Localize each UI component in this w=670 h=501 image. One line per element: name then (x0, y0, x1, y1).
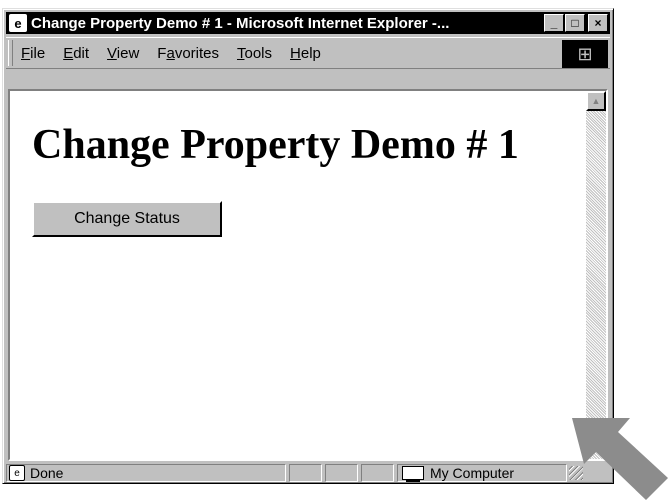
status-bar: e Done My Computer (6, 463, 612, 483)
toolbar-grip[interactable] (8, 40, 13, 66)
page-heading: Change Property Demo # 1 (32, 122, 519, 168)
status-text: Done (30, 465, 64, 481)
vertical-scrollbar[interactable]: ▲ (586, 91, 606, 459)
maximize-button[interactable]: □ (565, 14, 585, 32)
menu-item-edit[interactable]: Edit (63, 45, 89, 62)
window-title: Change Property Demo # 1 - Microsoft Int… (31, 14, 450, 32)
close-button[interactable]: × (588, 14, 608, 32)
menu-bar: File Edit View Favorites Tools Help ⊞ (6, 37, 610, 69)
browser-window: e Change Property Demo # 1 - Microsoft I… (2, 8, 614, 484)
menu-item-file[interactable]: File (21, 45, 45, 62)
security-zone-panel: My Computer (397, 464, 567, 482)
minimize-button[interactable]: _ (544, 14, 564, 32)
page-content: Change Property Demo # 1 Change Status (10, 91, 588, 459)
zone-label: My Computer (430, 465, 515, 481)
page-done-icon: e (9, 465, 25, 481)
windows-logo-icon: ⊞ (562, 40, 608, 68)
browser-viewport: Change Property Demo # 1 Change Status ▲ (8, 89, 608, 461)
menu-item-tools[interactable]: Tools (237, 45, 272, 62)
menu-item-help[interactable]: Help (290, 45, 321, 62)
menu-item-view[interactable]: View (107, 45, 139, 62)
menu-item-favorites[interactable]: Favorites (157, 45, 219, 62)
status-panel (361, 464, 394, 482)
title-bar[interactable]: e Change Property Demo # 1 - Microsoft I… (6, 12, 610, 34)
my-computer-icon (402, 466, 424, 482)
status-panel (289, 464, 322, 482)
scroll-up-button[interactable]: ▲ (586, 91, 606, 111)
status-panel (325, 464, 358, 482)
pointer-arrow-icon (572, 418, 668, 500)
ie-page-icon: e (9, 14, 27, 32)
status-text-panel: e Done (6, 464, 286, 482)
change-status-button[interactable]: Change Status (32, 201, 222, 237)
